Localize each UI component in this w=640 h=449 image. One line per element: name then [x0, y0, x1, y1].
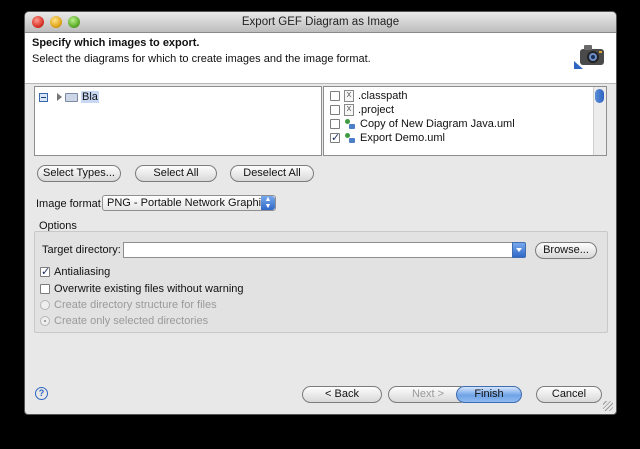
title-bar: Export GEF Diagram as Image — [25, 12, 616, 33]
browse-button[interactable]: Browse... — [535, 242, 597, 259]
select-types-button[interactable]: Select Types... — [37, 165, 121, 182]
scrollbar-thumb[interactable] — [595, 89, 604, 103]
banner-title: Specify which images to export. — [32, 37, 200, 49]
antialiasing-checkbox[interactable] — [40, 265, 50, 278]
scrollbar[interactable] — [593, 87, 606, 155]
list-item-label: .project — [358, 104, 395, 116]
export-dialog: Export GEF Diagram as Image Specify whic… — [25, 12, 616, 414]
collapse-checkbox-icon[interactable] — [39, 92, 48, 102]
list-item-label: .classpath — [358, 90, 408, 102]
file-checkbox[interactable] — [330, 119, 340, 129]
file-checkbox[interactable] — [330, 105, 340, 115]
deselect-all-button[interactable]: Deselect All — [230, 165, 314, 182]
overwrite-checkbox[interactable] — [40, 284, 50, 294]
back-button[interactable]: < Back — [302, 386, 382, 403]
file-checkbox[interactable] — [330, 91, 340, 101]
window-title: Export GEF Diagram as Image — [241, 16, 400, 28]
target-directory-input[interactable] — [123, 242, 513, 258]
image-format-value: PNG - Portable Network Graphics — [107, 197, 273, 209]
uml-icon — [344, 132, 356, 144]
camera-icon — [574, 45, 604, 69]
finish-button[interactable]: Finish — [456, 386, 522, 403]
folder-icon — [65, 92, 78, 102]
antialiasing-label: Antialiasing — [54, 266, 111, 278]
container-tree[interactable]: Bla — [34, 86, 322, 156]
select-all-button[interactable]: Select All — [135, 165, 217, 182]
file-list[interactable]: X .classpath X .project Copy of New Diag… — [323, 86, 607, 156]
create-selected-label: Create only selected directories — [54, 315, 209, 327]
target-directory-dropdown-icon[interactable] — [512, 242, 526, 258]
create-structure-radio — [40, 300, 50, 310]
uml-icon — [344, 118, 356, 130]
options-group: Target directory: Browse... Antialiasing… — [34, 231, 608, 333]
create-selected-radio — [40, 316, 50, 326]
file-checkbox[interactable] — [330, 131, 340, 144]
banner-description: Select the diagrams for which to create … — [32, 53, 371, 65]
help-icon[interactable]: ? — [35, 387, 48, 400]
list-item[interactable]: X .project — [330, 103, 394, 117]
list-item[interactable]: Export Demo.uml — [330, 131, 445, 145]
file-icon: X — [344, 104, 354, 116]
resize-grip-icon[interactable] — [603, 401, 613, 411]
disclosure-triangle-icon[interactable] — [57, 93, 62, 101]
target-directory-label: Target directory: — [42, 244, 121, 256]
tree-item[interactable]: Bla — [39, 90, 99, 104]
close-window-icon[interactable] — [32, 16, 44, 28]
list-item[interactable]: X .classpath — [330, 89, 408, 103]
file-icon: X — [344, 90, 354, 102]
cancel-button[interactable]: Cancel — [536, 386, 602, 403]
list-item-label: Export Demo.uml — [360, 132, 445, 144]
image-format-label: Image format — [36, 198, 101, 210]
tree-item-label: Bla — [81, 91, 99, 103]
create-selected-option: Create only selected directories — [40, 314, 208, 328]
list-item[interactable]: Copy of New Diagram Java.uml — [330, 117, 515, 131]
create-structure-label: Create directory structure for files — [54, 299, 217, 311]
list-item-label: Copy of New Diagram Java.uml — [360, 118, 515, 130]
wizard-banner: Specify which images to export. Select t… — [25, 33, 616, 84]
zoom-window-icon[interactable] — [68, 16, 80, 28]
create-structure-option: Create directory structure for files — [40, 298, 217, 312]
select-arrows-icon: ▲ ▼ — [261, 196, 275, 210]
overwrite-label: Overwrite existing files without warning — [54, 283, 244, 295]
minimize-window-icon[interactable] — [50, 16, 62, 28]
overwrite-option[interactable]: Overwrite existing files without warning — [40, 282, 244, 296]
image-format-select[interactable]: PNG - Portable Network Graphics ▲ ▼ — [102, 195, 276, 211]
antialiasing-option[interactable]: Antialiasing — [40, 265, 110, 279]
